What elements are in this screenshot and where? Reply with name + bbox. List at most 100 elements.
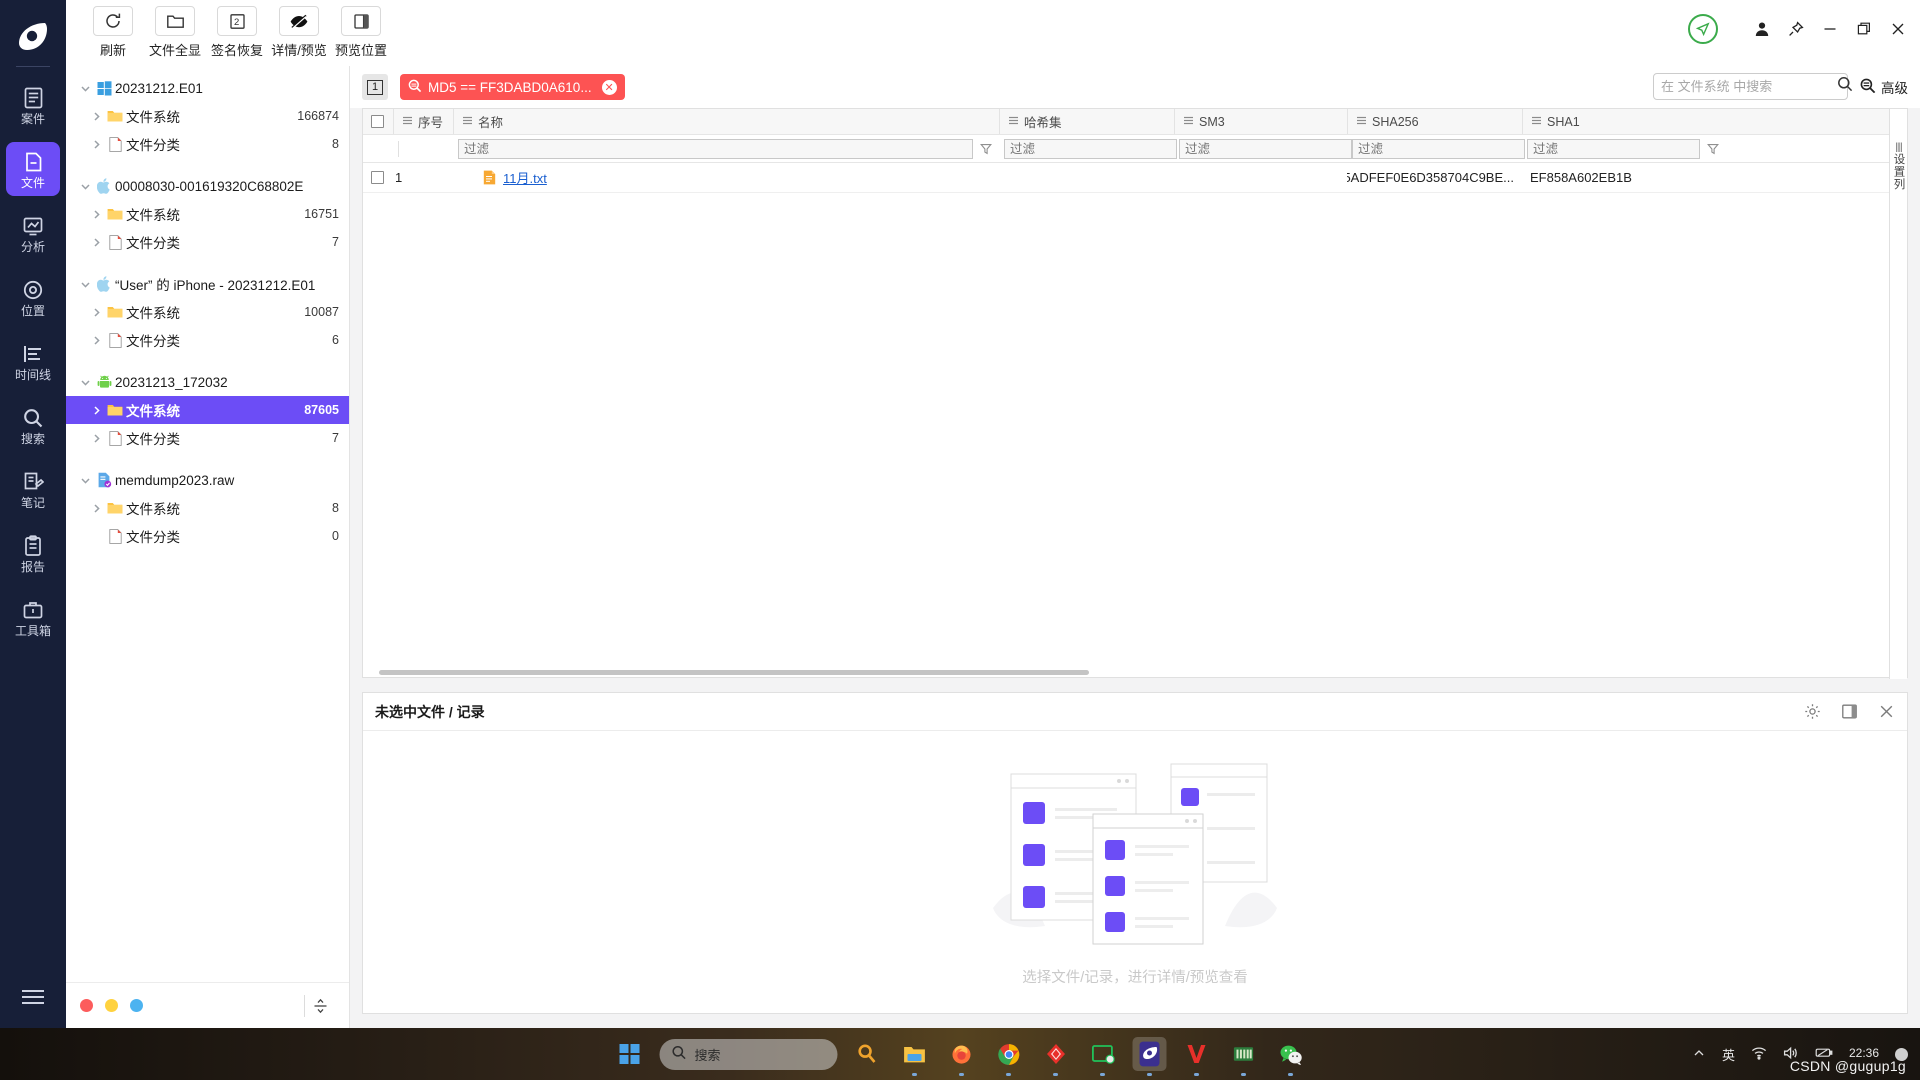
tree-child-item[interactable]: 文件分类 7: [66, 228, 349, 256]
column-header-index[interactable]: 序号: [393, 109, 453, 134]
user-account-icon[interactable]: [1754, 21, 1770, 37]
column-menu-icon[interactable]: [1008, 115, 1019, 129]
detail-preview-button[interactable]: 详情/预览: [268, 6, 330, 59]
taskbar-search-box[interactable]: 搜索: [659, 1038, 838, 1070]
column-header-sha1[interactable]: SHA1: [1522, 109, 1692, 134]
chevron-down-icon[interactable]: [77, 279, 93, 290]
sidebar-item-case[interactable]: 案件: [6, 78, 60, 132]
column-menu-icon[interactable]: [1356, 115, 1367, 129]
wifi-icon[interactable]: [1751, 1046, 1767, 1063]
tree-scroll-area[interactable]: 20231212.E01 文件系统 166874 文件分类 8 00008030-0016…: [66, 66, 349, 974]
search-box[interactable]: [1653, 73, 1853, 100]
sidebar-item-file[interactable]: 文件: [6, 142, 60, 196]
show-all-files-button[interactable]: 文件全显: [144, 6, 206, 59]
tree-root-item[interactable]: memdump2023.raw: [66, 466, 349, 494]
active-filter-chip[interactable]: MD5 == FF3DABD0A610... ✕: [400, 74, 625, 100]
chevron-right-icon[interactable]: [88, 503, 104, 514]
tree-child-item[interactable]: 文件分类 8: [66, 130, 349, 158]
tree-root-item[interactable]: 00008030-001619320C68802E: [66, 172, 349, 200]
expand-collapse-icon[interactable]: [305, 998, 335, 1014]
tree-child-item[interactable]: 文件系统 16751: [66, 200, 349, 228]
refresh-button[interactable]: 刷新: [82, 6, 144, 59]
chevron-right-icon[interactable]: [88, 209, 104, 220]
filter-input-name[interactable]: [458, 138, 973, 159]
taskbar-app-file-explorer[interactable]: [898, 1037, 932, 1076]
chevron-right-icon[interactable]: [88, 139, 104, 150]
tree-child-item[interactable]: 文件系统 8: [66, 494, 349, 522]
chevron-down-icon[interactable]: [77, 83, 93, 94]
gear-icon[interactable]: [1804, 703, 1821, 720]
panel-layout-icon[interactable]: [1841, 703, 1858, 720]
chevron-down-icon[interactable]: [77, 181, 93, 192]
column-header-check[interactable]: [363, 109, 393, 134]
taskbar-app-wechat[interactable]: [1274, 1037, 1308, 1076]
sidebar-item-report[interactable]: 报告: [6, 526, 60, 580]
search-icon[interactable]: [1837, 76, 1853, 97]
select-all-checkbox[interactable]: [371, 115, 384, 128]
signature-recover-button[interactable]: 2 签名恢复: [206, 6, 268, 59]
tree-root-item[interactable]: “User” 的 iPhone - 20231212.E01: [66, 270, 349, 298]
tree-child-item[interactable]: 文件分类 0: [66, 522, 349, 550]
windows-start-icon[interactable]: [613, 1037, 647, 1071]
chevron-right-icon[interactable]: [88, 335, 104, 346]
table-row[interactable]: 1 11月.txt 35ADFEF0E6D358704C9BE... EF858A60…: [363, 163, 1907, 193]
chevron-right-icon[interactable]: [88, 433, 104, 444]
taskbar-app-diamond[interactable]: [1039, 1037, 1073, 1076]
taskbar-app-firefox[interactable]: [945, 1037, 979, 1076]
status-dot-yellow[interactable]: [105, 999, 118, 1012]
filter-input-hashset[interactable]: [1004, 138, 1177, 159]
column-menu-icon[interactable]: [1183, 115, 1194, 129]
status-dot-blue[interactable]: [130, 999, 143, 1012]
row-checkbox[interactable]: [371, 171, 384, 184]
notification-bell-icon[interactable]: [1688, 14, 1718, 44]
horizontal-scrollbar[interactable]: [375, 668, 1920, 677]
column-header-hashset[interactable]: 哈希集: [999, 109, 1174, 134]
minimize-icon[interactable]: [1822, 21, 1838, 37]
tree-root-item[interactable]: 20231212.E01: [66, 74, 349, 102]
sidebar-item-timeline[interactable]: 时间线: [6, 334, 60, 388]
taskbar-app-memory[interactable]: [1227, 1037, 1261, 1076]
sidebar-item-analysis[interactable]: 分析: [6, 206, 60, 260]
column-header-sm3[interactable]: SM3: [1174, 109, 1347, 134]
chevron-down-icon[interactable]: [77, 475, 93, 486]
close-icon[interactable]: [1878, 703, 1895, 720]
column-menu-icon[interactable]: [402, 115, 413, 129]
pin-icon[interactable]: [1788, 21, 1804, 37]
tree-child-item[interactable]: 文件系统 10087: [66, 298, 349, 326]
tree-child-item[interactable]: 文件系统 87605: [66, 396, 349, 424]
chevron-right-icon[interactable]: [88, 237, 104, 248]
status-dot-red[interactable]: [80, 999, 93, 1012]
filter-input-sha256[interactable]: [1352, 138, 1525, 159]
column-header-sha256[interactable]: SHA256: [1347, 109, 1522, 134]
chevron-right-icon[interactable]: [88, 307, 104, 318]
tree-root-item[interactable]: 20231213_172032: [66, 368, 349, 396]
column-header-name[interactable]: 名称: [453, 109, 999, 134]
maximize-icon[interactable]: [1856, 21, 1872, 37]
column-settings-strip[interactable]: |||| 设置列: [1889, 109, 1907, 679]
filter-input-sm3[interactable]: [1179, 138, 1352, 159]
ime-indicator[interactable]: 英: [1722, 1045, 1735, 1064]
close-icon[interactable]: [1890, 21, 1906, 37]
tree-child-item[interactable]: 文件系统 166874: [66, 102, 349, 130]
sidebar-item-search[interactable]: 搜索: [6, 398, 60, 452]
file-name-link[interactable]: 11月.txt: [503, 168, 547, 187]
sidebar-item-toolbox[interactable]: 工具箱: [6, 590, 60, 644]
search-input[interactable]: [1661, 79, 1837, 94]
taskbar-app-forensic-tool[interactable]: [1132, 1037, 1167, 1076]
scrollbar-thumb[interactable]: [379, 670, 1089, 675]
sidebar-item-location[interactable]: 位置: [6, 270, 60, 324]
sidebar-item-note[interactable]: 笔记: [6, 462, 60, 516]
preview-position-button[interactable]: 预览位置: [330, 6, 392, 59]
chevron-up-icon[interactable]: [1692, 1046, 1706, 1063]
filter-input-sha1[interactable]: [1527, 138, 1700, 159]
funnel-icon[interactable]: [1705, 143, 1721, 155]
chevron-right-icon[interactable]: [88, 405, 104, 416]
taskbar-app-wps[interactable]: [1180, 1037, 1214, 1076]
advanced-search-button[interactable]: 高级: [1860, 77, 1908, 97]
taskbar-app-magnifier[interactable]: [851, 1037, 885, 1071]
hamburger-menu-icon[interactable]: [20, 987, 46, 1012]
page-badge[interactable]: 1: [362, 74, 388, 100]
column-menu-icon[interactable]: [1531, 115, 1542, 129]
taskbar-app-green-window[interactable]: [1086, 1037, 1120, 1076]
funnel-icon[interactable]: [978, 143, 994, 155]
